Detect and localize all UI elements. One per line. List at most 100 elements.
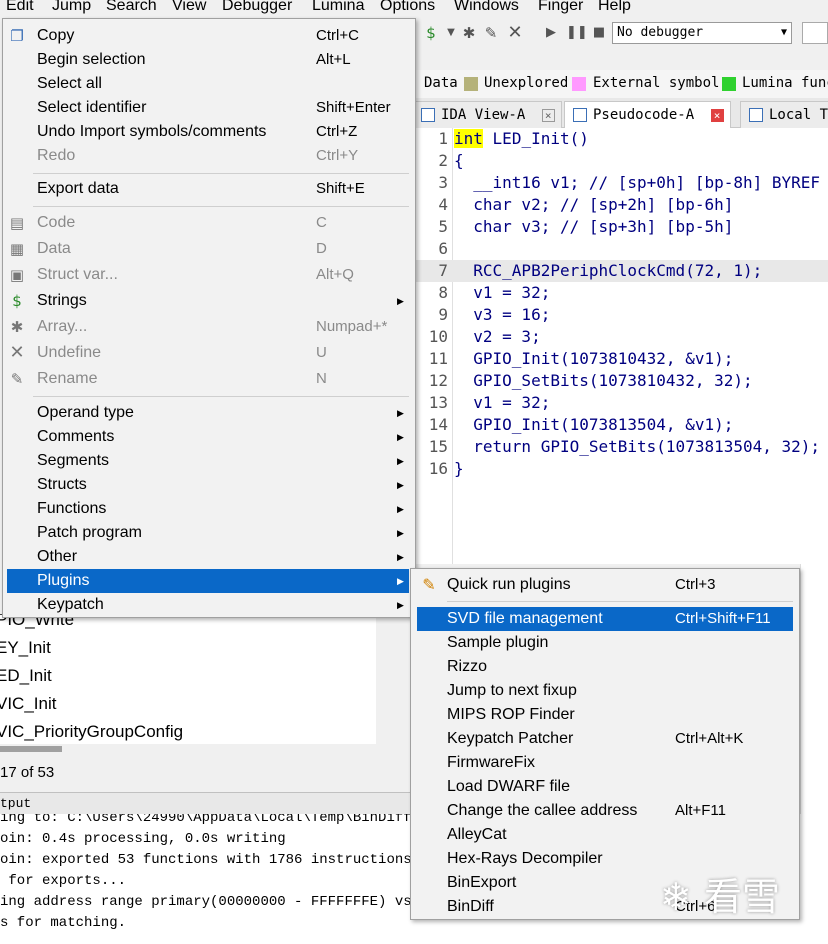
code-text: v1 = 32; <box>454 283 551 302</box>
code-line[interactable]: 10 v2 = 3; <box>410 326 828 348</box>
legend-swatch-external <box>572 77 586 91</box>
ida-view-icon <box>421 108 435 122</box>
menu-finger[interactable]: Finger <box>538 0 583 15</box>
menu-item-operand-type[interactable]: Operand type ▶ <box>7 401 409 425</box>
menu-item-label: Structs <box>37 476 87 493</box>
pseudocode-view[interactable]: 1 int LED_Init() 2{ 3 __int16 v1; // [sp+… <box>410 128 828 564</box>
stop-icon[interactable]: ■ <box>590 24 608 42</box>
submenu-arrow-icon: ▶ <box>397 296 404 306</box>
close-icon[interactable]: × <box>710 109 724 122</box>
strings-icon[interactable]: $ <box>422 24 440 42</box>
plugin-item-mips-rop[interactable]: MIPS ROP Finder <box>417 703 793 727</box>
menu-item-patch-program[interactable]: Patch program ▶ <box>7 521 409 545</box>
code-line[interactable]: 4 char v2; // [sp+2h] [bp-6h] <box>410 194 828 216</box>
output-panel-title: tput <box>0 792 410 814</box>
menu-item-label: Export data <box>37 180 119 197</box>
menu-view[interactable]: View <box>172 0 206 15</box>
code-line-current[interactable]: 7 RCC_APB2PeriphClockCmd(72, 1); <box>410 260 828 282</box>
menu-item-label: Rizzo <box>447 658 488 675</box>
menu-debugger[interactable]: Debugger <box>222 0 292 15</box>
tab-local-types[interactable]: Local Ty <box>740 101 828 128</box>
code-line[interactable]: 8 v1 = 32; <box>410 282 828 304</box>
dropdown-icon[interactable]: ▼ <box>442 24 460 42</box>
list-item[interactable]: ED_Init <box>0 662 52 690</box>
output-line: ing address range primary(00000000 - FFF… <box>0 894 437 910</box>
code-line[interactable]: 2{ <box>410 150 828 172</box>
menu-edit[interactable]: Edit <box>6 0 34 15</box>
play-icon[interactable]: ▶ <box>542 24 560 42</box>
code-line[interactable]: 1 int LED_Init() <box>410 128 828 150</box>
plugin-item-rizzo[interactable]: Rizzo <box>417 655 793 679</box>
menu-item-structs[interactable]: Structs ▶ <box>7 473 409 497</box>
menu-item-shortcut: Numpad+* <box>316 318 388 335</box>
plugin-item-quick-run[interactable]: ✎ Quick run plugins Ctrl+3 <box>417 573 793 597</box>
horizontal-scrollbar[interactable] <box>0 746 62 752</box>
plugin-item-firmwarefix[interactable]: FirmwareFix <box>417 751 793 775</box>
plugin-item-alleycat[interactable]: AlleyCat <box>417 823 793 847</box>
menu-item-segments[interactable]: Segments ▶ <box>7 449 409 473</box>
menu-item-keypatch[interactable]: Keypatch ▶ <box>7 593 409 617</box>
menu-item-label: Struct var... <box>37 266 118 283</box>
debug-options-button[interactable] <box>802 22 828 44</box>
list-item[interactable]: VIC_PriorityGroupConfig <box>0 718 183 744</box>
menu-item-functions[interactable]: Functions ▶ <box>7 497 409 521</box>
plugin-item-jump-fixup[interactable]: Jump to next fixup <box>417 679 793 703</box>
code-line[interactable]: 6 <box>410 238 828 260</box>
menu-windows[interactable]: Windows <box>454 0 519 15</box>
close-icon[interactable]: × <box>541 109 555 122</box>
submenu-arrow-icon: ▶ <box>397 528 404 538</box>
menu-item-begin-selection[interactable]: Begin selection Alt+L <box>7 48 409 72</box>
plugin-item-load-dwarf[interactable]: Load DWARF file <box>417 775 793 799</box>
menu-item-export-data[interactable]: Export data Shift+E <box>7 177 409 201</box>
code-line[interactable]: 15 return GPIO_SetBits(1073813504, 32); <box>410 436 828 458</box>
rename-icon[interactable]: ✎ <box>482 24 500 42</box>
menu-item-shortcut: Ctrl+C <box>316 27 359 44</box>
menu-item-label: AlleyCat <box>447 826 507 843</box>
menu-item-shortcut: D <box>316 240 327 257</box>
tab-pseudocode[interactable]: Pseudocode-A × <box>564 101 731 128</box>
code-line[interactable]: 12 GPIO_SetBits(1073810432, 32); <box>410 370 828 392</box>
menu-options[interactable]: Options <box>380 0 435 15</box>
tab-ida-view[interactable]: IDA View-A × <box>412 101 562 128</box>
plugin-item-keypatch-patcher[interactable]: Keypatch Patcher Ctrl+Alt+K <box>417 727 793 751</box>
code-line[interactable]: 11 GPIO_Init(1073810432, &v1); <box>410 348 828 370</box>
code-line[interactable]: 5 char v3; // [sp+3h] [bp-5h] <box>410 216 828 238</box>
menu-item-select-identifier[interactable]: Select identifier Shift+Enter <box>7 96 409 120</box>
plugin-item-sample[interactable]: Sample plugin <box>417 631 793 655</box>
menu-lumina[interactable]: Lumina <box>312 0 364 15</box>
code-line[interactable]: 14 GPIO_Init(1073813504, &v1); <box>410 414 828 436</box>
menu-item-plugins[interactable]: Plugins ▶ <box>7 569 409 593</box>
code-line[interactable]: 13 v1 = 32; <box>410 392 828 414</box>
pause-icon[interactable]: ❚❚ <box>566 24 588 42</box>
list-item[interactable]: VIC_Init <box>0 690 56 718</box>
output-line: oin: 0.4s processing, 0.0s writing <box>0 831 286 847</box>
data-icon: ▦ <box>9 240 25 258</box>
menu-help[interactable]: Help <box>598 0 631 15</box>
menu-item-copy[interactable]: ❐ Copy Ctrl+C <box>7 24 409 48</box>
menu-search[interactable]: Search <box>106 0 157 15</box>
snowflake-icon: ❄ <box>660 875 692 919</box>
menu-item-select-all[interactable]: Select all <box>7 72 409 96</box>
code-line[interactable]: 3 __int16 v1; // [sp+0h] [bp-8h] BYREF <box>410 172 828 194</box>
menu-item-comments[interactable]: Comments ▶ <box>7 425 409 449</box>
menu-item-shortcut: Ctrl+Y <box>316 147 359 164</box>
menu-item-label: Undefine <box>37 344 102 361</box>
menu-item-strings[interactable]: $ Strings ▶ <box>7 289 409 313</box>
menu-item-other[interactable]: Other ▶ <box>7 545 409 569</box>
output-line: oin: exported 53 functions with 1786 ins… <box>0 852 437 868</box>
code-line[interactable]: 16} <box>410 458 828 480</box>
code-text-rest: LED_Init() <box>492 129 589 148</box>
menu-item-data: ▦ Data D <box>7 237 409 261</box>
array-icon[interactable]: ✱ <box>460 24 478 42</box>
menu-item-shortcut: Shift+E <box>316 180 365 197</box>
code-line[interactable]: 9 v3 = 16; <box>410 304 828 326</box>
menu-item-label: Select identifier <box>37 99 147 116</box>
undefine-icon[interactable]: ✕ <box>506 24 524 42</box>
menu-jump[interactable]: Jump <box>52 0 91 15</box>
function-list: PIO_Write EY_Init ED_Init VIC_Init VIC_P… <box>0 614 376 744</box>
plugin-item-svd[interactable]: SVD file management Ctrl+Shift+F11 <box>417 607 793 631</box>
menu-item-undo[interactable]: Undo Import symbols/comments Ctrl+Z <box>7 120 409 144</box>
debugger-select[interactable]: No debugger ▼ <box>612 22 792 44</box>
list-item[interactable]: EY_Init <box>0 634 51 662</box>
plugin-item-change-callee[interactable]: Change the callee address Alt+F11 <box>417 799 793 823</box>
